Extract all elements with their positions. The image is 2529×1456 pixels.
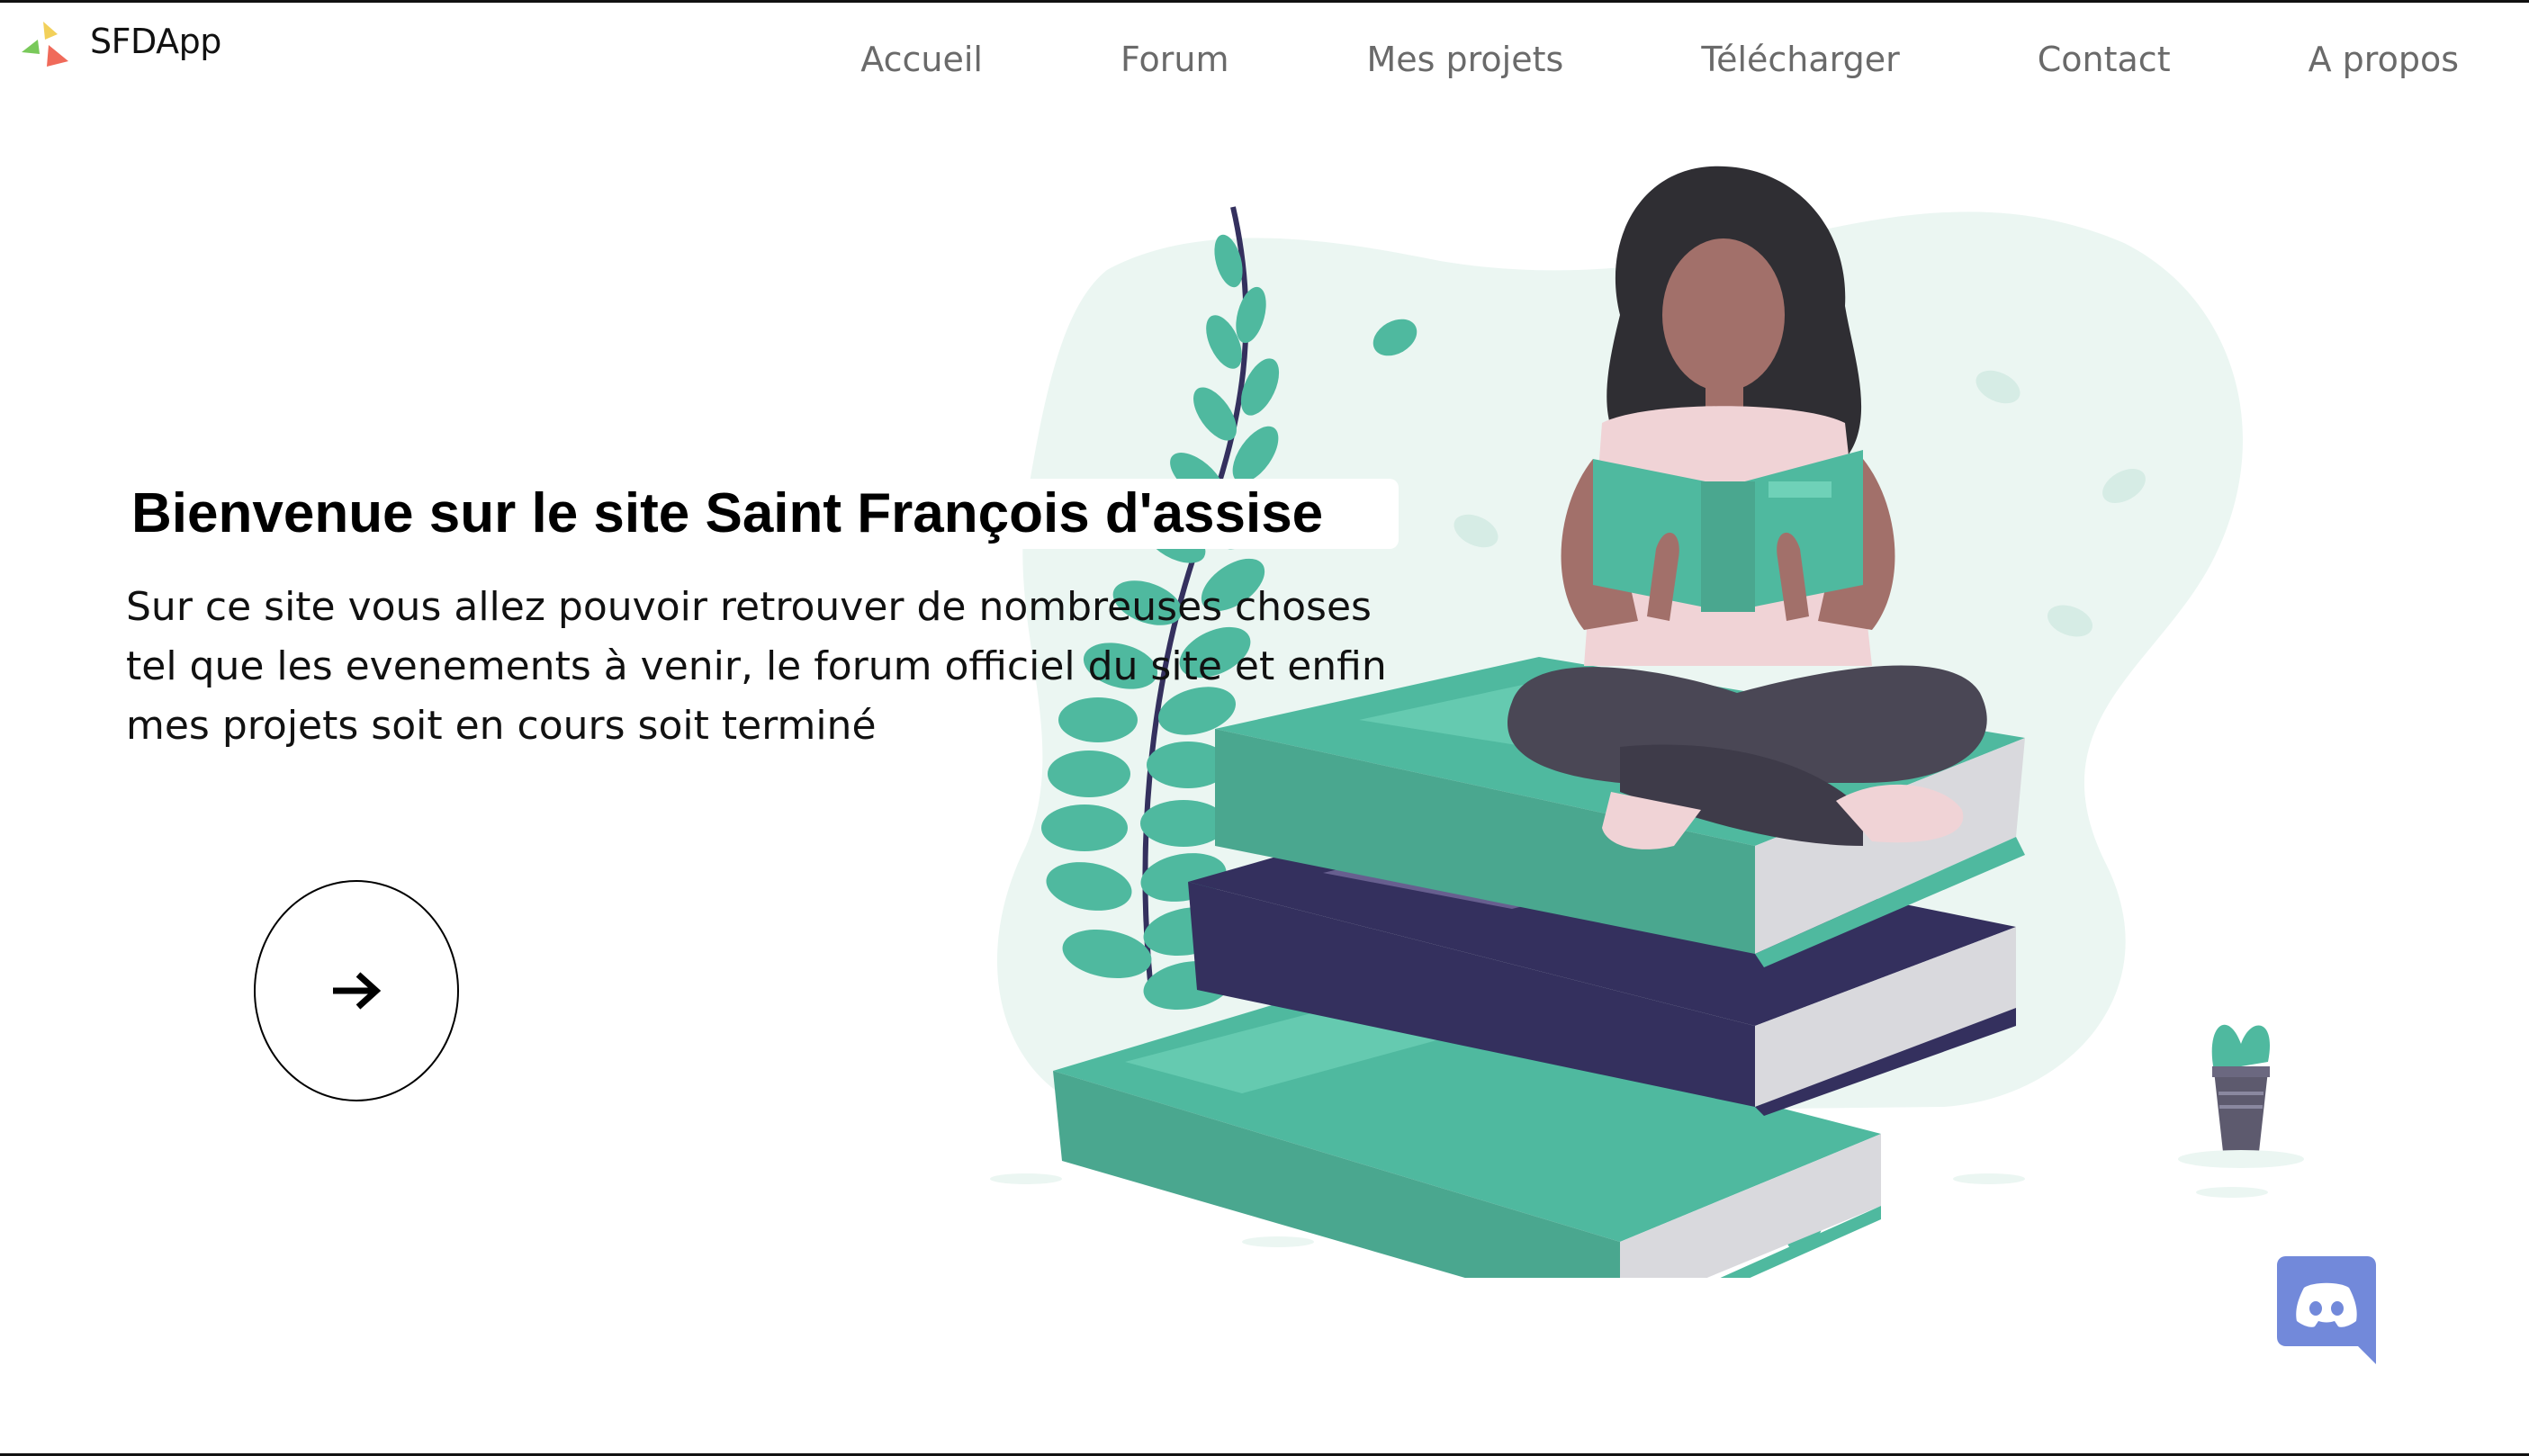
- nav-contact[interactable]: Contact: [2038, 40, 2171, 79]
- sfdapp-logo-icon[interactable]: [18, 16, 72, 70]
- brand-name[interactable]: SFDApp: [90, 22, 221, 61]
- nav-forum[interactable]: Forum: [1120, 40, 1228, 79]
- hero-title: Bienvenue sur le site Saint François d'a…: [126, 479, 1399, 549]
- main-nav: Accueil Forum Mes projets Télécharger Co…: [860, 40, 2459, 79]
- discord-icon[interactable]: [2277, 1256, 2376, 1364]
- nav-a-propos[interactable]: A propos: [2308, 40, 2459, 79]
- nav-accueil[interactable]: Accueil: [860, 40, 983, 79]
- nav-telecharger[interactable]: Télécharger: [1701, 40, 1899, 79]
- hero-description: Sur ce site vous allez pouvoir retrouver…: [126, 584, 1387, 749]
- arrow-right-icon: [333, 972, 382, 1010]
- next-arrow-button[interactable]: [254, 880, 459, 1101]
- potted-plant: [2178, 1024, 2304, 1168]
- nav-mes-projets[interactable]: Mes projets: [1366, 40, 1563, 79]
